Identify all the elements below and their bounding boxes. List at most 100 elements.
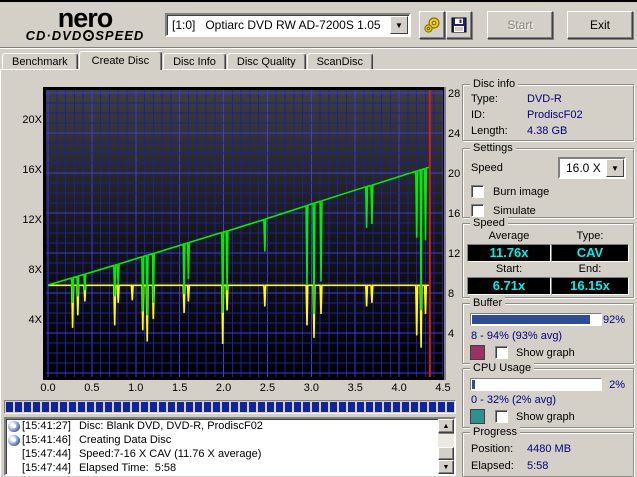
- x-axis-tick: 0.5: [84, 382, 99, 394]
- speed-select[interactable]: 16.0 X ▼: [558, 157, 626, 179]
- right-axis-tick: 8: [448, 288, 454, 300]
- tab-benchmark[interactable]: Benchmark: [2, 53, 78, 70]
- cpu-range: 0 - 32% (2% avg): [471, 394, 556, 406]
- app-window: nero CD·DVDSPEED [1:0] Optiarc DVD RW AD…: [0, 0, 637, 477]
- burn-progress-fill: [6, 402, 454, 412]
- speed-cell-label: End:: [551, 263, 629, 275]
- buffer-color-swatch[interactable]: [470, 345, 485, 360]
- log-scrollbar[interactable]: ▲ ▼: [438, 419, 454, 474]
- speed-title: Speed: [470, 217, 508, 230]
- cpu-show-graph-checkbox[interactable]: [495, 410, 508, 423]
- speed-cell-label: Type:: [551, 230, 629, 242]
- drive-selector-dropdown-arrow[interactable]: ▼: [390, 16, 408, 34]
- options-icon: [423, 16, 441, 34]
- buffer-show-graph-checkbox[interactable]: [495, 346, 508, 359]
- burn-speed-chart: 4X8X12X16X20X4812162024280.00.51.01.52.0…: [4, 86, 460, 398]
- info-label: Type:: [471, 93, 498, 105]
- cpu-bar: [470, 378, 602, 391]
- x-axis-tick: 2.0: [216, 382, 231, 394]
- buffer-show-graph-label: Show graph: [516, 347, 575, 359]
- save-button[interactable]: [446, 11, 472, 39]
- speed-select-value: 16.0 X: [566, 161, 601, 175]
- speed-cell: Type: CAV: [551, 230, 629, 262]
- cpu-percent: 2%: [609, 379, 625, 391]
- info-value: ProdiscF02: [527, 109, 583, 121]
- scroll-down-icon[interactable]: ▼: [438, 460, 454, 474]
- log-entry[interactable]: [15:47:44] Speed:7-16 X CAV (11.76 X aver…: [6, 447, 454, 461]
- save-icon: [451, 17, 467, 33]
- info-value: 4480 MB: [527, 443, 571, 455]
- progress-group: Progress Position:4480 MBElapsed:5:58: [462, 432, 634, 477]
- buffer-percent: 92%: [603, 314, 625, 326]
- disc-info-group: Disc info Type:DVD-RID:ProdiscF02Length:…: [462, 84, 634, 141]
- logo-text-nero: nero: [10, 7, 160, 29]
- log-timestamp: [15:41:27]: [22, 420, 71, 432]
- log-message: Speed:7-16 X CAV (11.76 X average): [79, 448, 261, 460]
- speed-cell: End: 16.15x: [551, 263, 629, 295]
- log-message: Elapsed Time: 5:58: [79, 462, 176, 474]
- speed-cell-label: Start:: [467, 263, 551, 275]
- cpu-bar-fill: [472, 380, 475, 389]
- tab-scandisc[interactable]: ScanDisc: [307, 53, 373, 70]
- tab-disc-quality[interactable]: Disc Quality: [227, 53, 306, 70]
- progress-title: Progress: [470, 426, 520, 439]
- cpu-color-swatch[interactable]: [470, 409, 485, 424]
- disc-info-title: Disc info: [470, 78, 518, 91]
- info-value: DVD-R: [527, 93, 562, 105]
- disc-icon: [8, 421, 20, 432]
- right-axis-tick: 4: [448, 328, 454, 340]
- speed-cell: Average11.76x: [467, 230, 551, 262]
- x-axis-tick: 1.0: [128, 382, 143, 394]
- speed-select-dropdown-arrow[interactable]: ▼: [606, 159, 624, 177]
- burn-image-label: Burn image: [493, 186, 549, 198]
- x-axis-tick: 3.0: [304, 382, 319, 394]
- options-button[interactable]: [419, 11, 445, 39]
- buffer-title: Buffer: [470, 297, 505, 310]
- logo-text-cdspeed: CD·DVDSPEED: [10, 29, 160, 43]
- toolbar-separator: [0, 47, 637, 49]
- left-axis-tick: 4X: [29, 314, 43, 326]
- start-button[interactable]: Start: [487, 11, 553, 39]
- tab-disc-info[interactable]: Disc Info: [163, 53, 226, 70]
- right-axis-tick: 12: [448, 248, 460, 260]
- scrollbar-thumb[interactable]: [438, 447, 454, 460]
- log-entry[interactable]: [15:41:27]Disc: Blank DVD, DVD-R, Prodis…: [6, 419, 454, 433]
- speed-cell-label: Average: [467, 230, 551, 242]
- log-entry[interactable]: [15:47:44]Elapsed Time: 5:58: [6, 461, 454, 475]
- left-axis-tick: 16X: [22, 164, 42, 176]
- event-log[interactable]: [15:41:27]Disc: Blank DVD, DVD-R, Prodis…: [4, 417, 456, 476]
- disc-icon: [8, 435, 20, 446]
- speed-cell: Start: 6.71x: [467, 263, 551, 295]
- burn-progress-bar: [4, 400, 456, 414]
- x-axis-tick: 0.0: [40, 382, 55, 394]
- nero-logo: nero CD·DVDSPEED: [10, 7, 160, 43]
- right-axis-tick: 16: [448, 208, 460, 220]
- left-axis-tick: 8X: [29, 264, 43, 276]
- right-axis-tick: 24: [448, 128, 460, 140]
- drive-selector[interactable]: [1:0] Optiarc DVD RW AD-7200S 1.05 ▼: [165, 13, 411, 37]
- simulate-checkbox[interactable]: [471, 204, 484, 217]
- cpu-usage-title: CPU Usage: [470, 362, 534, 375]
- exit-button[interactable]: Exit: [567, 11, 633, 39]
- x-axis-tick: 3.5: [348, 382, 363, 394]
- info-label: Position:: [471, 443, 513, 455]
- drive-selector-value: [1:0] Optiarc DVD RW AD-7200S 1.05: [172, 18, 381, 32]
- burn-image-checkbox[interactable]: [471, 185, 484, 198]
- log-entry[interactable]: [15:41:46]Creating Data Disc: [6, 433, 454, 447]
- left-axis-tick: 12X: [22, 214, 42, 226]
- buffer-range: 8 - 94% (93% avg): [471, 330, 562, 342]
- cpu-show-graph-label: Show graph: [516, 411, 575, 423]
- scroll-up-icon[interactable]: ▲: [438, 419, 454, 433]
- speed-group: Speed Average11.76xType:CAVStart:6.71xEn…: [462, 223, 634, 298]
- log-timestamp: [15:47:44]: [22, 448, 71, 460]
- left-axis-tick: 20X: [22, 114, 42, 126]
- x-axis-tick: 2.5: [260, 382, 275, 394]
- tab-create-disc[interactable]: Create Disc: [79, 51, 162, 70]
- log-message: Creating Data Disc: [79, 434, 171, 446]
- buffer-bar: [470, 313, 602, 326]
- speed-cell-value: 16.15x: [551, 277, 629, 295]
- right-axis-tick: 20: [448, 168, 460, 180]
- speed-cell-value: 6.71x: [467, 277, 551, 295]
- cpu-usage-group: CPU Usage 2% 0 - 32% (2% avg) Show graph: [462, 368, 634, 428]
- speed-cell-value: CAV: [551, 244, 629, 262]
